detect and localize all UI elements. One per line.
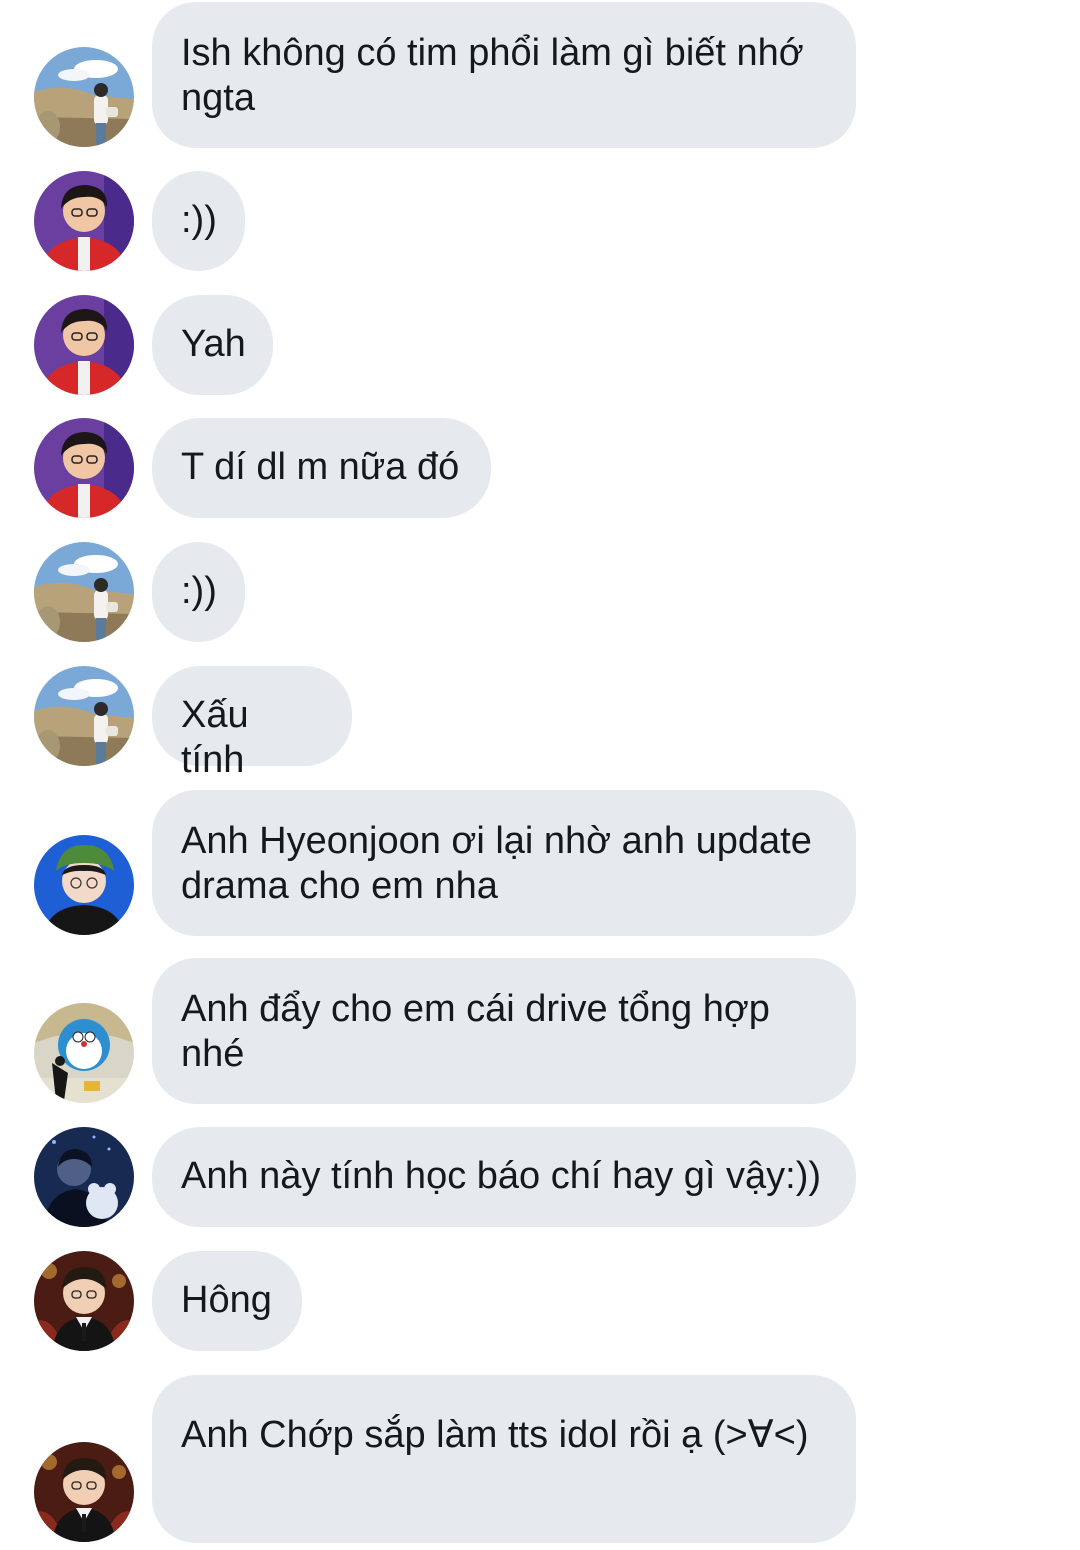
red-jacket-avatar-icon[interactable] xyxy=(34,418,134,518)
red-jacket-avatar-icon[interactable] xyxy=(34,295,134,395)
doraemon-avatar-icon[interactable] xyxy=(34,1003,134,1103)
message-bubble[interactable]: Hông xyxy=(152,1251,302,1351)
message-bubble[interactable]: Yah xyxy=(152,295,273,395)
red-jacket-avatar-icon[interactable] xyxy=(34,171,134,271)
message-bubble[interactable]: :)) xyxy=(152,171,245,271)
message-bubble[interactable]: T dí dl m nữa đó xyxy=(152,418,491,518)
suit-avatar-icon[interactable] xyxy=(34,1251,134,1351)
landscape-avatar-icon[interactable] xyxy=(34,47,134,147)
night-plush-avatar-icon[interactable] xyxy=(34,1127,134,1227)
message-bubble[interactable]: Anh đẩy cho em cái drive tổng hợp nhé xyxy=(152,958,856,1104)
message-bubble[interactable]: Anh Hyeonjoon ơi lại nhờ anh update dram… xyxy=(152,790,856,936)
green-hat-avatar-icon[interactable] xyxy=(34,835,134,935)
message-bubble[interactable]: :)) xyxy=(152,542,245,642)
landscape-avatar-icon[interactable] xyxy=(34,666,134,766)
message-bubble[interactable]: Anh Chớp sắp làm tts idol rồi ạ (>∀<) xyxy=(152,1375,856,1543)
message-bubble[interactable]: Anh này tính học báo chí hay gì vậy:)) xyxy=(152,1127,856,1227)
landscape-avatar-icon[interactable] xyxy=(34,542,134,642)
message-bubble[interactable]: Xấu tính xyxy=(152,666,352,781)
suit-avatar-icon[interactable] xyxy=(34,1442,134,1542)
message-bubble[interactable]: Ish không có tim phổi làm gì biết nhớ ng… xyxy=(152,2,856,148)
